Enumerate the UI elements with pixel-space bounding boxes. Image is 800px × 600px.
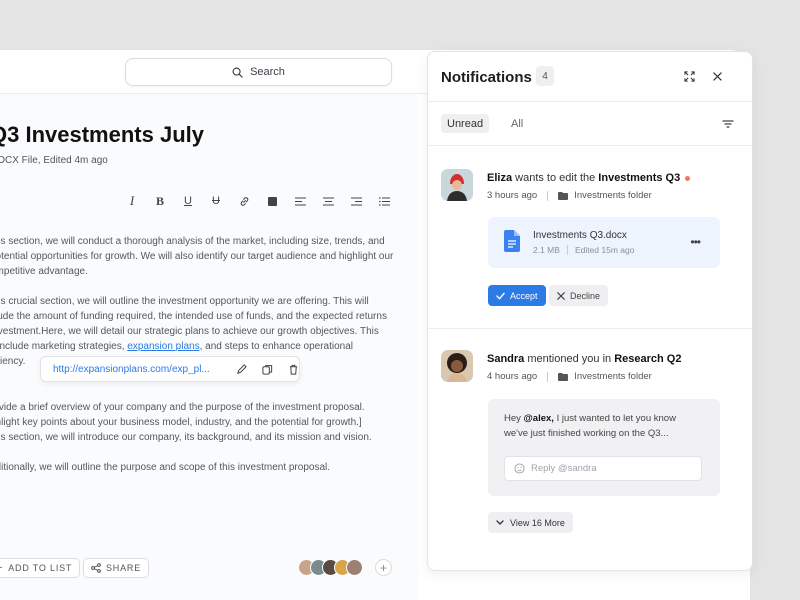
folder-icon bbox=[558, 372, 569, 381]
link-popup: http://expansionplans.com/exp_pl... bbox=[40, 356, 300, 382]
format-toolbar: I B U U bbox=[125, 193, 391, 208]
file-meta: 2.1 MB Edited 15m ago bbox=[533, 245, 635, 255]
add-to-list-button[interactable]: + ADD TO LIST bbox=[0, 558, 81, 578]
folder-icon bbox=[558, 191, 569, 200]
link-url[interactable]: http://expansionplans.com/exp_pl... bbox=[53, 364, 221, 375]
link-icon[interactable] bbox=[237, 194, 251, 208]
expansion-plans-link[interactable]: expansion plans bbox=[127, 341, 199, 352]
close-icon bbox=[557, 291, 565, 300]
avatar bbox=[441, 350, 473, 382]
check-icon bbox=[496, 292, 505, 300]
share-button[interactable]: SHARE bbox=[83, 558, 150, 578]
accept-button[interactable]: Accept bbox=[488, 285, 546, 306]
align-left-icon[interactable] bbox=[293, 194, 307, 208]
document-editor: Q3 Investments July DOCX File, Edited 4m… bbox=[0, 94, 418, 600]
expand-icon[interactable] bbox=[683, 70, 695, 82]
align-center-icon[interactable] bbox=[321, 194, 335, 208]
emoji-icon[interactable] bbox=[514, 463, 525, 474]
avatar bbox=[441, 169, 473, 201]
view-more-button[interactable]: View 16 More bbox=[488, 512, 573, 533]
share-icon bbox=[91, 563, 101, 573]
reply-input[interactable]: Reply @sandra bbox=[504, 456, 702, 481]
unread-dot bbox=[685, 175, 691, 181]
color-block-icon[interactable] bbox=[265, 194, 279, 208]
search-icon bbox=[232, 67, 243, 78]
notification-item[interactable]: Eliza wants to edit the Investments Q3 3… bbox=[428, 146, 752, 329]
underline-icon[interactable]: U bbox=[181, 194, 195, 208]
notification-text: Eliza wants to edit the Investments Q3 bbox=[487, 172, 691, 184]
copy-link-icon[interactable] bbox=[261, 363, 273, 375]
panel-header: Notifications 4 bbox=[428, 52, 752, 102]
paragraph: this section, we will conduct a thorough… bbox=[0, 236, 394, 277]
panel-title: Notifications bbox=[441, 69, 532, 86]
plus-icon: + bbox=[0, 562, 3, 574]
filter-icon[interactable] bbox=[722, 118, 734, 130]
tab-unread[interactable]: Unread bbox=[441, 114, 490, 133]
notifications-panel: Notifications 4 Unread All Eliza wants t… bbox=[427, 51, 753, 571]
strikethrough-icon[interactable]: U bbox=[209, 194, 223, 208]
notification-text: Sandra mentioned you in Research Q2 bbox=[487, 353, 682, 365]
align-right-icon[interactable] bbox=[349, 194, 363, 208]
notification-tabs: Unread All bbox=[428, 102, 752, 146]
reply-placeholder: Reply @sandra bbox=[531, 463, 597, 474]
list-icon[interactable] bbox=[377, 194, 391, 208]
more-horizontal-icon[interactable]: ••• bbox=[690, 235, 701, 249]
doc-file-icon bbox=[504, 230, 520, 252]
avatar[interactable] bbox=[346, 559, 363, 576]
search-label: Search bbox=[250, 66, 285, 78]
add-collaborator-button[interactable]: + bbox=[375, 559, 392, 576]
file-name: Investments Q3.docx bbox=[533, 230, 627, 241]
italic-icon[interactable]: I bbox=[125, 193, 139, 208]
bold-icon[interactable]: B bbox=[153, 194, 167, 208]
notification-count-badge: 4 bbox=[536, 66, 554, 86]
paragraph: rovide a brief overview of your company … bbox=[0, 402, 372, 443]
notification-meta: 3 hours ago Investments folder bbox=[487, 190, 652, 201]
search-bar[interactable]: Search bbox=[125, 58, 392, 86]
file-attachment[interactable]: Investments Q3.docx 2.1 MB Edited 15m ag… bbox=[488, 217, 720, 268]
notification-meta: 4 hours ago Investments folder bbox=[487, 371, 652, 382]
notification-item[interactable]: Sandra mentioned you in Research Q2 4 ho… bbox=[428, 329, 752, 570]
close-icon[interactable] bbox=[711, 70, 723, 82]
tab-all[interactable]: All bbox=[505, 114, 529, 133]
collaborator-avatars bbox=[298, 559, 363, 576]
chevron-down-icon bbox=[496, 520, 504, 525]
document-title[interactable]: Q3 Investments July bbox=[0, 122, 204, 148]
trash-icon[interactable] bbox=[287, 363, 299, 375]
document-meta: DOCX File, Edited 4m ago bbox=[0, 155, 108, 166]
decline-button[interactable]: Decline bbox=[549, 285, 609, 306]
edit-link-icon[interactable] bbox=[235, 363, 247, 375]
paragraph: dditionally, we will outline the purpose… bbox=[0, 462, 331, 473]
message-text: Hey @alex, I just wanted to let you know… bbox=[504, 413, 676, 439]
message-preview: Hey @alex, I just wanted to let you know… bbox=[488, 399, 720, 496]
